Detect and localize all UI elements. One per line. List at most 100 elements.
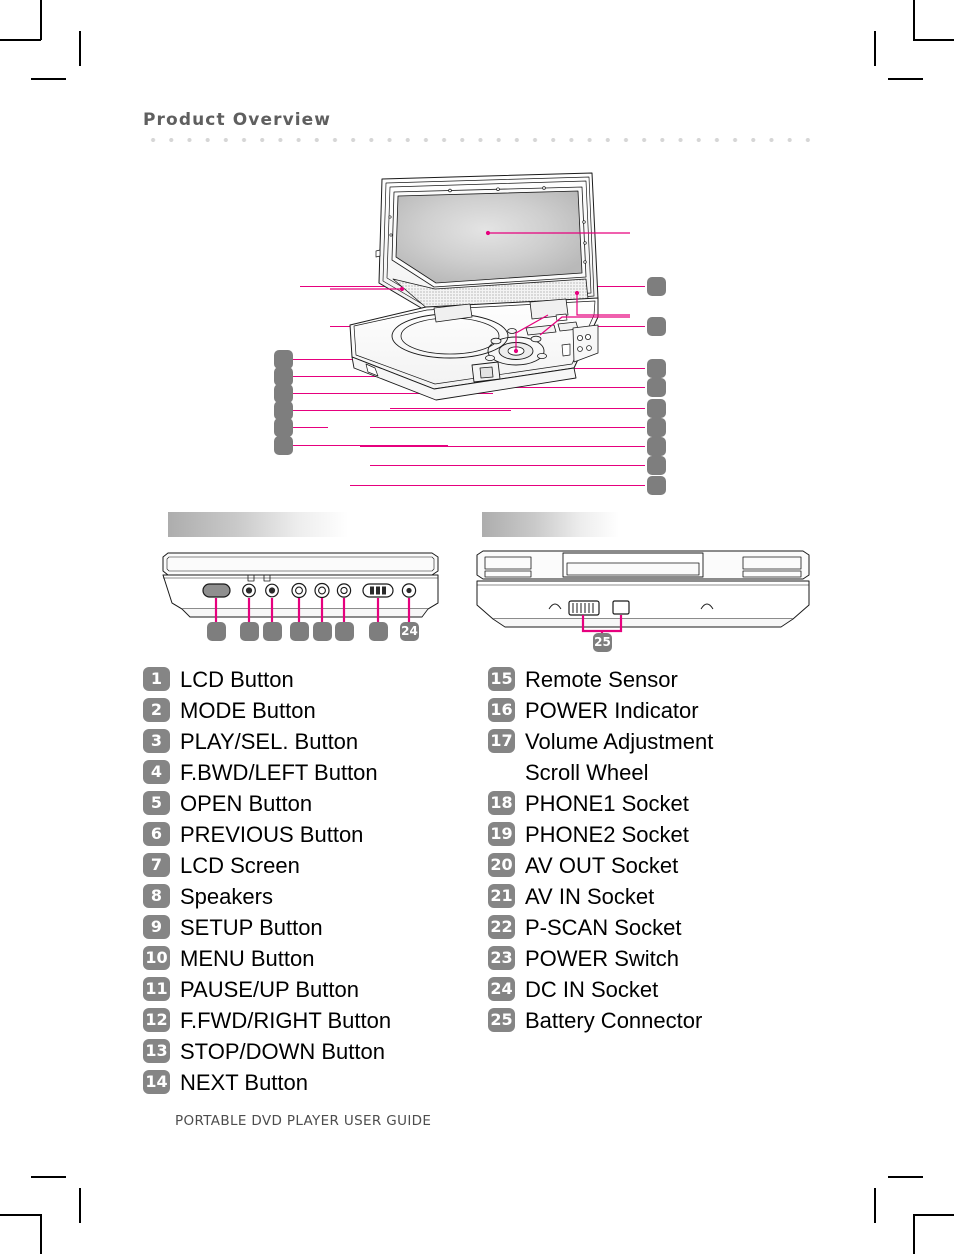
legend-item[interactable]: 10 MENU Button bbox=[143, 943, 473, 974]
legend-badge: 7 bbox=[143, 853, 170, 877]
legend-label: Battery Connector bbox=[525, 1008, 703, 1033]
legend-item[interactable]: 20 AV OUT Socket bbox=[488, 850, 828, 881]
side-callout-box-4[interactable] bbox=[290, 622, 309, 641]
crop-mark-top-right-horizontal bbox=[913, 39, 954, 41]
legend-badge: 11 bbox=[143, 977, 170, 1001]
callout-box-left-5[interactable] bbox=[274, 418, 293, 437]
crop-mark-bottom-left-horizontal bbox=[0, 1214, 41, 1216]
legend-item[interactable]: 25 Battery Connector bbox=[488, 1005, 828, 1036]
callout-box-right-5[interactable] bbox=[647, 399, 666, 418]
side-callout-box-1[interactable] bbox=[207, 622, 226, 641]
crop-mark-top-right-vertical bbox=[913, 0, 915, 40]
side-callout-box-8[interactable]: 24 bbox=[400, 622, 419, 641]
section-bar-rear-view bbox=[482, 512, 619, 537]
legend-label: PAUSE/UP Button bbox=[180, 977, 359, 1002]
legend-label: STOP/DOWN Button bbox=[180, 1039, 385, 1064]
callout-box-right-1[interactable] bbox=[647, 277, 666, 296]
legend-badge: 25 bbox=[488, 1008, 515, 1032]
legend-badge: 23 bbox=[488, 946, 515, 970]
legend-item-continuation: Scroll Wheel bbox=[488, 757, 828, 788]
legend-item[interactable]: 6 PREVIOUS Button bbox=[143, 819, 473, 850]
legend-label: AV IN Socket bbox=[525, 884, 655, 909]
legend-label: LCD Screen bbox=[180, 853, 300, 878]
callout-box-right-6[interactable] bbox=[647, 418, 666, 437]
footer-text: PORTABLE DVD PLAYER USER GUIDE bbox=[175, 1113, 432, 1129]
page-header: Product Overview bbox=[143, 110, 823, 143]
legend-badge: 19 bbox=[488, 822, 515, 846]
rear-panel-figure bbox=[476, 550, 810, 641]
legend-label: F.BWD/LEFT Button bbox=[180, 760, 378, 785]
callout-box-right-4[interactable] bbox=[647, 378, 666, 397]
legend-label: PHONE1 Socket bbox=[525, 791, 689, 816]
legend-label: MODE Button bbox=[180, 698, 316, 723]
legend-item[interactable]: 8 Speakers bbox=[143, 881, 473, 912]
legend-item[interactable]: 24 DC IN Socket bbox=[488, 974, 828, 1005]
legend-item[interactable]: 19 PHONE2 Socket bbox=[488, 819, 828, 850]
legend-badge: 12 bbox=[143, 1008, 170, 1032]
legend-item[interactable]: 16 POWER Indicator bbox=[488, 695, 828, 726]
legend-item[interactable]: 5 OPEN Button bbox=[143, 788, 473, 819]
callout-box-left-6[interactable] bbox=[274, 436, 293, 455]
legend-badge: 15 bbox=[488, 667, 515, 691]
side-callout-box-2[interactable] bbox=[240, 622, 259, 641]
crop-mark-bottom-left-inner-vertical bbox=[79, 1188, 81, 1223]
crop-mark-top-left-inner-horizontal bbox=[31, 78, 66, 80]
callout-box-right-2[interactable] bbox=[647, 317, 666, 336]
legend-label: F.FWD/RIGHT Button bbox=[180, 1008, 392, 1033]
legend-label: DC IN Socket bbox=[525, 977, 659, 1002]
crop-mark-bottom-right-inner-horizontal bbox=[888, 1176, 923, 1178]
legend-item[interactable]: 9 SETUP Button bbox=[143, 912, 473, 943]
legend-item[interactable]: 14 NEXT Button bbox=[143, 1067, 473, 1098]
legend-badge: 6 bbox=[143, 822, 170, 846]
legend-label: POWER Indicator bbox=[525, 698, 699, 723]
legend-badge: 24 bbox=[488, 977, 515, 1001]
legend-item[interactable]: 4 F.BWD/LEFT Button bbox=[143, 757, 473, 788]
side-callout-box-3[interactable] bbox=[263, 622, 282, 641]
legend-label: P-SCAN Socket bbox=[525, 915, 682, 940]
legend-item[interactable]: 7 LCD Screen bbox=[143, 850, 473, 881]
legend-label: Speakers bbox=[180, 884, 273, 909]
legend-badge: 22 bbox=[488, 915, 515, 939]
legend-item[interactable]: 11 PAUSE/UP Button bbox=[143, 974, 473, 1005]
legend-badge: 16 bbox=[488, 698, 515, 722]
crop-mark-bottom-left-inner-horizontal bbox=[31, 1176, 66, 1178]
legend-badge: 5 bbox=[143, 791, 170, 815]
legend-item[interactable]: 3 PLAY/SEL. Button bbox=[143, 726, 473, 757]
side-callout-box-7[interactable] bbox=[369, 622, 388, 641]
legend-label: PREVIOUS Button bbox=[180, 822, 364, 847]
side-callout-box-6[interactable] bbox=[335, 622, 354, 641]
legend-item[interactable]: 18 PHONE1 Socket bbox=[488, 788, 828, 819]
legend-label: Remote Sensor bbox=[525, 667, 678, 692]
side-callout-box-5[interactable] bbox=[313, 622, 332, 641]
legend-item[interactable]: 22 P-SCAN Socket bbox=[488, 912, 828, 943]
callout-box-right-7[interactable] bbox=[647, 437, 666, 456]
callout-box-right-9[interactable] bbox=[647, 476, 666, 495]
leader-line-right-9 bbox=[350, 485, 645, 487]
rear-callout-box-25[interactable]: 25 bbox=[593, 633, 612, 652]
crop-mark-top-left-horizontal bbox=[0, 39, 41, 41]
legend-label-continued: Scroll Wheel bbox=[525, 760, 649, 785]
leader-line-right-8 bbox=[370, 465, 645, 467]
legend-item[interactable]: 21 AV IN Socket bbox=[488, 881, 828, 912]
legend-item[interactable]: 17 Volume Adjustment bbox=[488, 726, 828, 757]
crop-mark-bottom-left-vertical bbox=[40, 1214, 42, 1254]
legend-label: PLAY/SEL. Button bbox=[180, 729, 359, 754]
legend-label: POWER Switch bbox=[525, 946, 680, 971]
legend-item[interactable]: 2 MODE Button bbox=[143, 695, 473, 726]
legend-column-left: 1 LCD Button 2 MODE Button 3 PLAY/SEL. B… bbox=[143, 664, 473, 1098]
main-product-figure bbox=[0, 165, 954, 515]
section-bar-side-view bbox=[168, 512, 348, 537]
callout-box-right-8[interactable] bbox=[647, 456, 666, 475]
crop-mark-bottom-right-inner-vertical bbox=[874, 1188, 876, 1223]
legend-badge: 8 bbox=[143, 884, 170, 908]
legend-item[interactable]: 15 Remote Sensor bbox=[488, 664, 828, 695]
legend-badge: 13 bbox=[143, 1039, 170, 1063]
legend-badge: 18 bbox=[488, 791, 515, 815]
legend-label: AV OUT Socket bbox=[525, 853, 679, 878]
legend-item[interactable]: 1 LCD Button bbox=[143, 664, 473, 695]
legend-item[interactable]: 23 POWER Switch bbox=[488, 943, 828, 974]
legend-label: MENU Button bbox=[180, 946, 315, 971]
legend-item[interactable]: 12 F.FWD/RIGHT Button bbox=[143, 1005, 473, 1036]
legend-item[interactable]: 13 STOP/DOWN Button bbox=[143, 1036, 473, 1067]
callout-box-right-3[interactable] bbox=[647, 359, 666, 378]
